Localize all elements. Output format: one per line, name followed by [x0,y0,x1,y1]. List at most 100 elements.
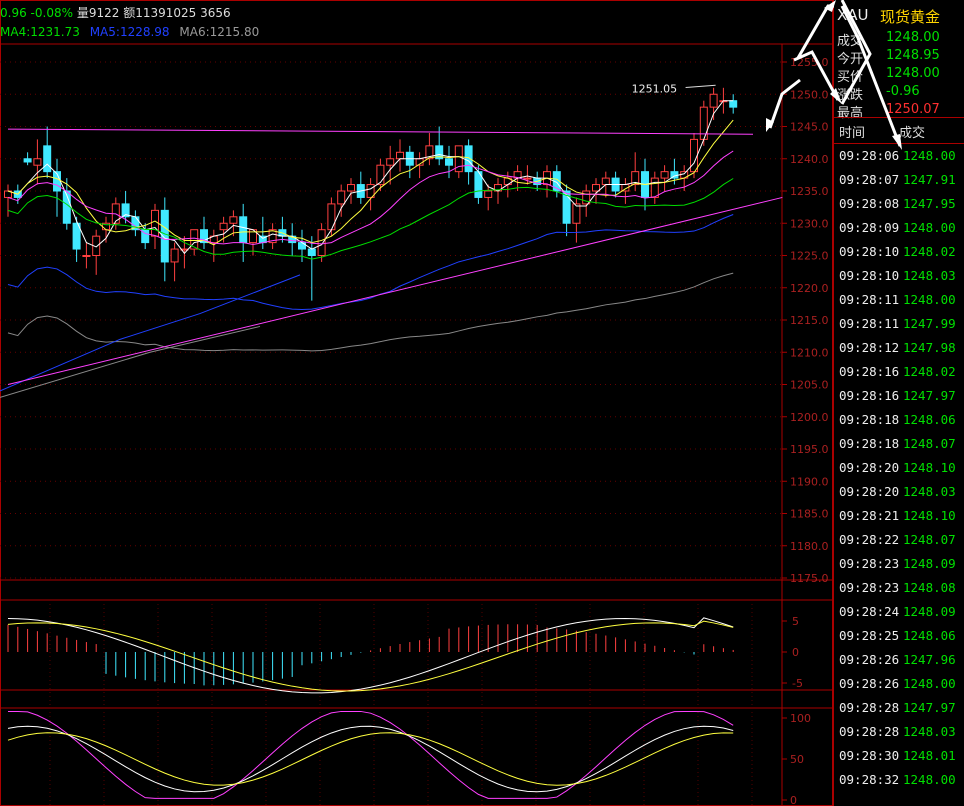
quote-row: 买价 1248.00 [834,66,964,85]
tick-price: 1248.08 [903,580,956,595]
quote-row-label: 涨跌 [837,88,864,103]
candle-body [601,177,610,186]
candle-body [229,216,238,224]
quote-panel: XAU 现货黄金 成交 1248.00 今开 1248.95 买价 1248.00 涨跌 -0… [833,0,964,806]
tick-row: 09:28:28 1247.97 [834,700,964,724]
tick-time: 09:28:07 [839,172,900,187]
tick-row: 09:28:32 1248.00 [834,772,964,796]
tick-price: 1248.07 [903,436,956,451]
tick-time: 09:28:20 [839,484,900,499]
y-tick-label: 1225.0 [790,250,829,263]
tick-price: 1248.10 [903,508,956,523]
tick-time: 09:28:16 [839,364,900,379]
header-info-bar: 0.96 -0.08% 量9122 额11391025 3656 [0,4,231,22]
candle-body [709,93,718,108]
tick-time: 09:28:21 [839,508,900,523]
candle-body [239,216,248,244]
tick-row: 09:28:23 1248.08 [834,580,964,604]
tick-time: 09:28:20 [839,460,900,475]
tick-time: 09:28:30 [839,748,900,763]
tick-time: 09:28:25 [839,628,900,643]
tick-time: 09:28:10 [839,244,900,259]
tick-row: 09:28:18 1248.07 [834,436,964,460]
tick-row: 09:28:20 1248.03 [834,484,964,508]
tick-row: 09:28:23 1248.09 [834,556,964,580]
amount-label: 额11391025 [123,6,197,20]
tick-price: 1248.00 [903,292,956,307]
tick-time: 09:28:28 [839,724,900,739]
ma-line [7,214,734,311]
tick-time: 09:28:09 [839,220,900,235]
tick-row: 09:28:30 1248.01 [834,748,964,772]
quote-row: 涨跌 -0.96 [834,84,964,103]
tick-row: 09:28:20 1248.10 [834,460,964,484]
price-column-header: 成交 [899,126,926,141]
tick-time: 09:28:06 [839,148,900,163]
ma4-label: MA4:1231.73 [0,25,80,39]
tick-price: 1248.00 [903,676,956,691]
y-tick-label: 1220.0 [790,282,829,295]
divider [834,143,964,144]
candle-body [690,138,698,173]
candle-body [219,222,228,231]
candle-body [307,248,316,257]
tick-time: 09:28:26 [839,676,900,691]
tick-price: 1247.91 [903,172,956,187]
macd-tick-label: -5 [792,677,803,690]
tick-row: 09:28:11 1248.00 [834,292,964,316]
tick-time: 09:28:23 [839,556,900,571]
y-tick-label: 1245.0 [790,121,829,134]
tick-price: 1247.95 [903,196,956,211]
tick-row: 09:28:10 1248.02 [834,244,964,268]
tick-price: 1248.06 [903,412,956,427]
quote-row-value: 1248.00 [886,66,940,81]
tick-price: 1247.98 [903,340,956,355]
tick-price: 1248.00 [903,772,956,787]
tick-time: 09:28:10 [839,268,900,283]
y-tick-label: 1185.0 [790,508,829,521]
candle-body [33,158,42,166]
y-tick-label: 1235.0 [790,185,829,198]
tick-row: 09:28:21 1248.10 [834,508,964,532]
tick-row: 09:28:16 1248.02 [834,364,964,388]
candle-body [170,248,179,263]
kdj-tick-label: 50 [790,753,804,766]
ma-line [0,274,301,392]
y-tick-label: 1255.0 [790,56,829,69]
tick-row: 09:28:28 1248.03 [834,724,964,748]
change-percent: -0.08% [30,6,73,20]
candle-body [43,145,52,173]
y-tick-label: 1200.0 [790,411,829,424]
tick-price: 1247.97 [903,700,956,715]
tick-row: 09:28:26 1247.96 [834,652,964,676]
kdj-tick-label: 0 [790,794,797,806]
tick-price: 1247.99 [903,316,956,331]
quote-row-label: 最高 [837,106,864,121]
y-tick-label: 1175.0 [790,572,829,585]
trendline [7,128,754,135]
tick-row: 09:28:24 1248.09 [834,604,964,628]
tick-time: 09:28:32 [839,772,900,787]
tick-price: 1248.07 [903,532,956,547]
tick-row: 09:28:06 1248.00 [834,148,964,172]
chart-area[interactable]: 1255.0 1250.0 1245.0 1240.0 1235.0 1230.0 1225… [0,0,833,806]
candle-body [82,255,91,257]
quote-row-label: 成交 [837,34,864,49]
tick-time: 09:28:08 [839,196,900,211]
tick-row: 09:28:22 1248.07 [834,532,964,556]
tick-row: 09:28:12 1247.98 [834,340,964,364]
tick-price: 1248.03 [903,484,956,499]
tick-row: 09:28:07 1247.91 [834,172,964,196]
macd-dif-line [7,617,734,694]
y-tick-label: 1250.0 [790,88,829,101]
quote-header: XAU 现货黄金 [834,4,964,28]
tick-time: 09:28:18 [839,436,900,451]
candle-body [592,184,600,192]
tick-price: 1248.02 [903,244,956,259]
tick-row: 09:28:16 1247.97 [834,388,964,412]
macd-dea-line [7,620,734,692]
tick-row: 09:28:25 1248.06 [834,628,964,652]
tick-price: 1248.09 [903,604,956,619]
candle-body [660,171,669,179]
quote-row-value: 1250.07 [886,102,940,117]
